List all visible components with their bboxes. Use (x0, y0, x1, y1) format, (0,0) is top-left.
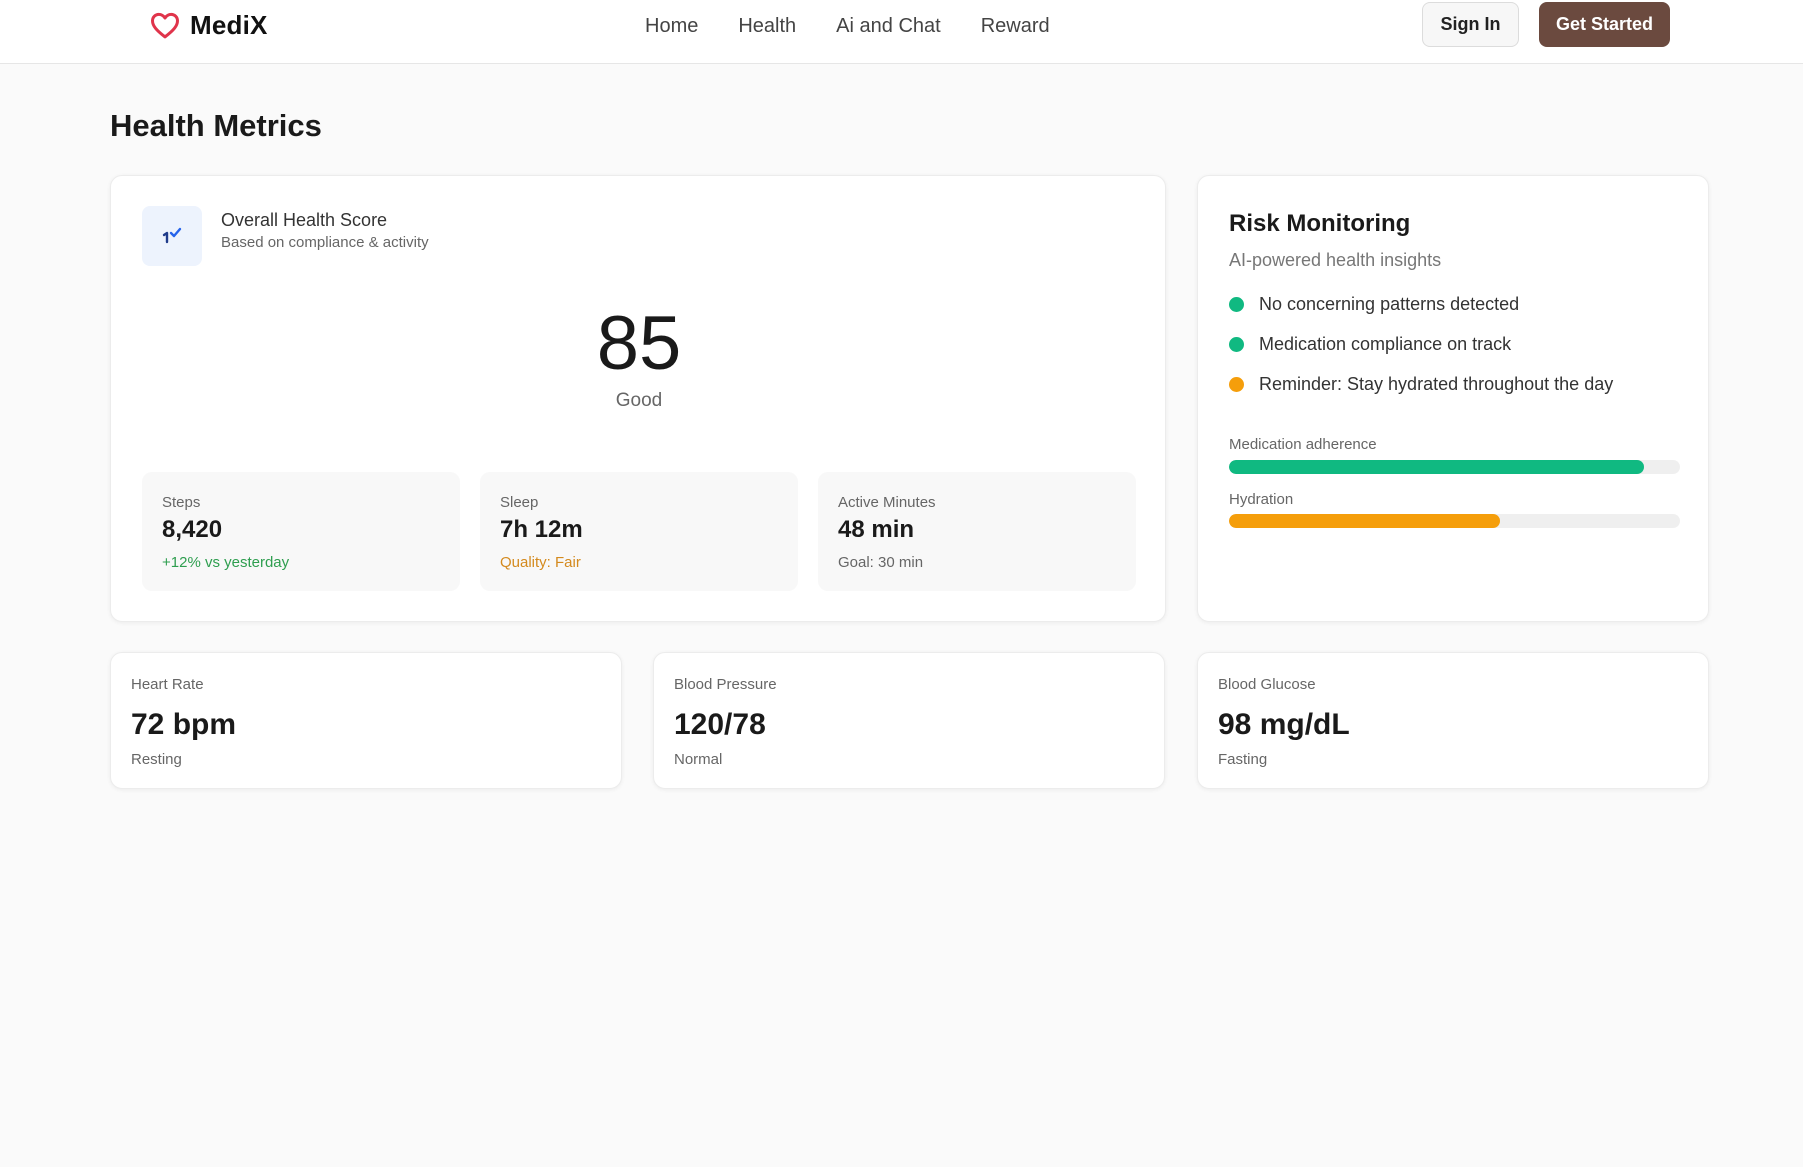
heart-rate-card: Heart Rate 72 bpm Resting (110, 652, 622, 789)
stat-note: Goal: 30 min (838, 554, 924, 571)
score-card-title: Overall Health Score (221, 210, 388, 230)
stat-active-minutes: Active Minutes 48 min Goal: 30 min (818, 472, 1136, 591)
blood-pressure-card: Blood Pressure 120/78 Normal (653, 652, 1165, 789)
risk-insight-list: No concerning patterns detected Medicati… (1229, 292, 1689, 412)
health-score-card: Overall Health Score Based on compliance… (110, 175, 1166, 622)
medication-adherence-label: Medication adherence (1229, 436, 1377, 453)
main-nav: Home Health Ai and Chat Reward (645, 12, 1050, 40)
health-score-label: Good (615, 390, 663, 411)
medication-adherence-bar (1229, 460, 1680, 474)
nav-health[interactable]: Health (738, 15, 796, 38)
health-score-value: 85 (596, 301, 682, 386)
vital-value: 98 mg/dL (1218, 708, 1350, 741)
stat-label: Active Minutes (838, 494, 936, 511)
brand-logo[interactable]: MediX (150, 10, 268, 40)
risk-insight-item: No concerning patterns detected (1229, 292, 1689, 332)
status-dot-icon (1229, 377, 1244, 392)
vital-note: Fasting (1218, 751, 1268, 768)
hydration-bar (1229, 514, 1680, 528)
stat-value: 7h 12m (500, 516, 583, 543)
brand-name: MediX (190, 9, 268, 40)
status-dot-icon (1229, 337, 1244, 352)
get-started-button[interactable]: Get Started (1539, 2, 1670, 47)
vital-label: Blood Glucose (1218, 676, 1316, 693)
risk-insight-text: No concerning patterns detected (1259, 294, 1520, 314)
stat-label: Sleep (500, 494, 539, 511)
stat-note: +12% vs yesterday (162, 554, 290, 571)
stat-sleep: Sleep 7h 12m Quality: Fair (480, 472, 798, 591)
risk-card-subtitle: AI-powered health insights (1229, 250, 1442, 270)
risk-insight-text: Medication compliance on track (1259, 334, 1512, 354)
score-icon-box (142, 206, 202, 266)
risk-card-title: Risk Monitoring (1229, 210, 1411, 237)
vital-note: Resting (131, 751, 182, 768)
blood-glucose-card: Blood Glucose 98 mg/dL Fasting (1197, 652, 1709, 789)
nav-ai-chat[interactable]: Ai and Chat (836, 15, 941, 38)
nav-reward[interactable]: Reward (981, 15, 1050, 38)
stat-note: Quality: Fair (500, 554, 581, 571)
medication-adherence-fill (1229, 460, 1644, 474)
nav-home[interactable]: Home (645, 15, 698, 38)
heart-icon (151, 12, 179, 39)
sign-in-button[interactable]: Sign In (1422, 2, 1519, 47)
score-card-subtitle: Based on compliance & activity (221, 234, 429, 251)
vital-value: 72 bpm (131, 708, 237, 741)
risk-monitoring-card: Risk Monitoring AI-powered health insigh… (1197, 175, 1709, 622)
stat-steps: Steps 8,420 +12% vs yesterday (142, 472, 460, 591)
risk-insight-item: Reminder: Stay hydrated throughout the d… (1229, 372, 1689, 412)
stat-label: Steps (162, 494, 201, 511)
top-navbar: MediX Home Health Ai and Chat Reward Sig… (0, 0, 1803, 64)
hydration-label: Hydration (1229, 491, 1294, 508)
vital-value: 120/78 (674, 708, 766, 741)
vital-label: Blood Pressure (674, 676, 777, 693)
status-dot-icon (1229, 297, 1244, 312)
stat-value: 8,420 (162, 516, 223, 543)
vital-note: Normal (674, 751, 723, 768)
hydration-fill (1229, 514, 1500, 528)
vital-label: Heart Rate (131, 676, 204, 693)
page-title: Health Metrics (110, 108, 322, 143)
risk-insight-text: Reminder: Stay hydrated throughout the d… (1259, 374, 1614, 394)
stat-value: 48 min (838, 516, 915, 543)
risk-insight-item: Medication compliance on track (1229, 332, 1689, 372)
trend-check-icon (162, 227, 182, 244)
